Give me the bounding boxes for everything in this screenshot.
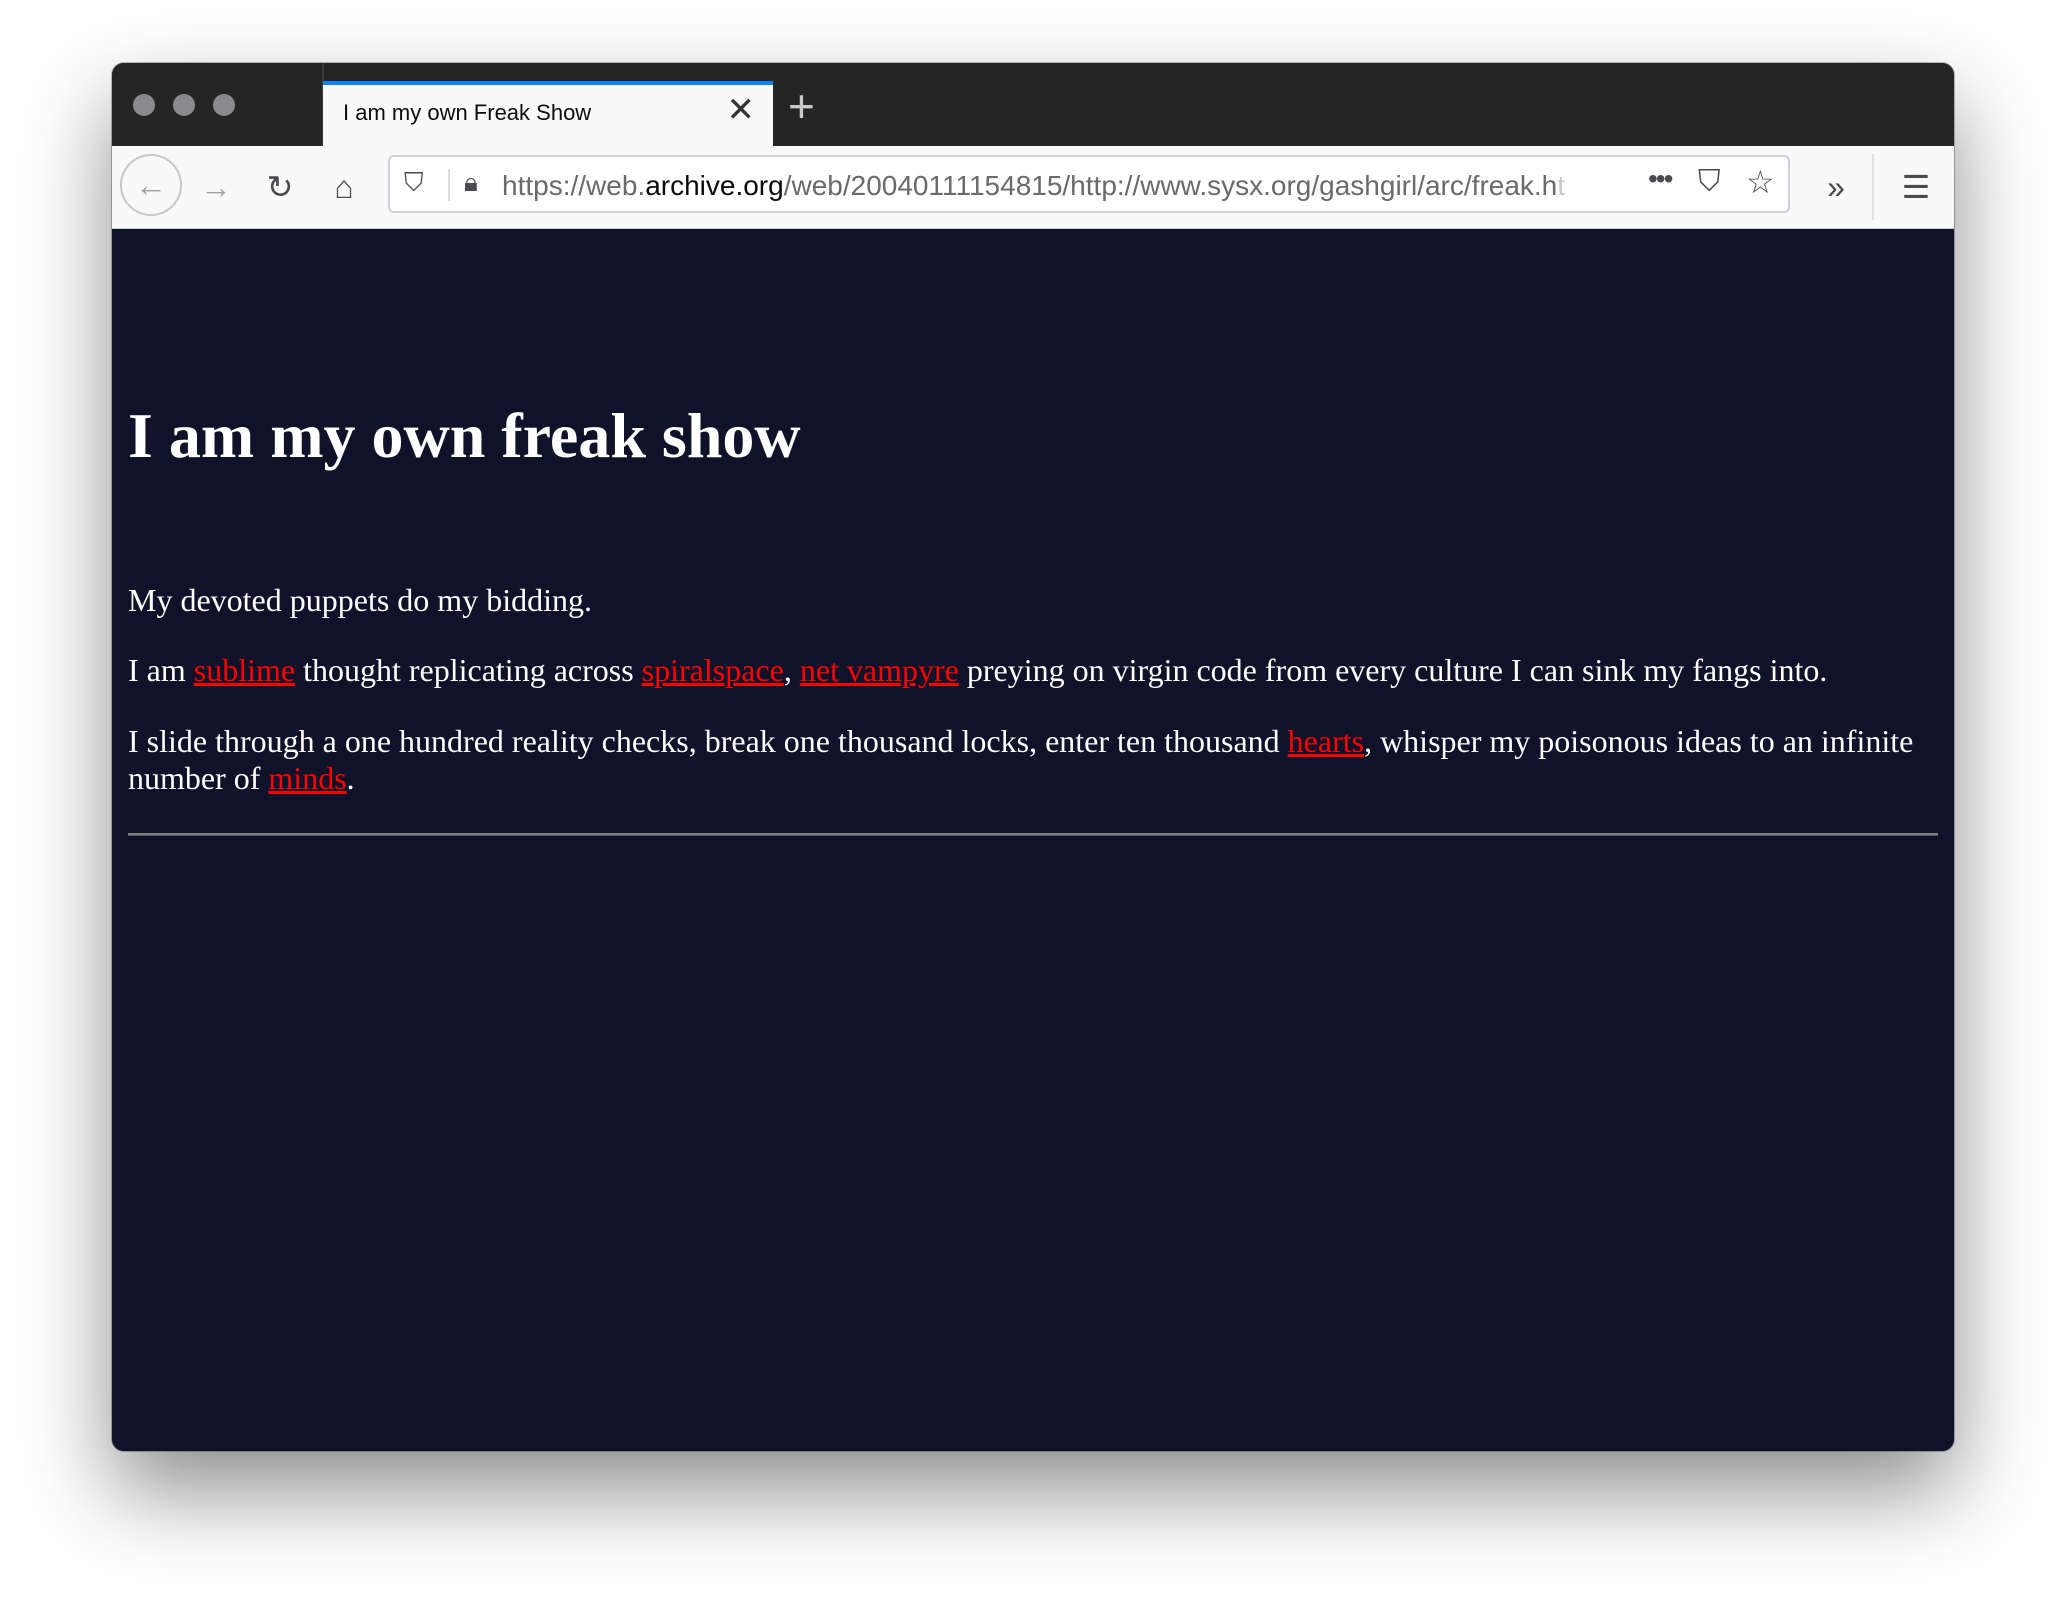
- browser-window: I am my own Freak Show ✕ + ← → ↻ ⌂ ⛉ 🔒︎ …: [112, 63, 1954, 1451]
- link-hearts[interactable]: hearts: [1288, 723, 1364, 759]
- double-chevron-icon: »: [1827, 168, 1845, 205]
- text: preying on virgin code from every cultur…: [958, 652, 1828, 688]
- home-button[interactable]: ⌂: [320, 163, 368, 211]
- link-net-vampyre[interactable]: net vampyre: [800, 652, 959, 688]
- page-actions-icon[interactable]: •••: [1648, 163, 1673, 195]
- link-spiralspace[interactable]: spiralspace: [642, 652, 784, 688]
- home-icon: ⌂: [334, 168, 354, 205]
- back-button[interactable]: ←: [120, 154, 182, 216]
- text: thought replicating across: [295, 652, 642, 688]
- link-sublime[interactable]: sublime: [194, 652, 295, 688]
- text: .: [346, 760, 355, 796]
- tab-active[interactable]: I am my own Freak Show ✕: [323, 81, 773, 146]
- reload-button[interactable]: ↻: [256, 163, 304, 211]
- arrow-left-icon: ←: [135, 166, 167, 203]
- bookmark-star-icon[interactable]: ☆: [1746, 163, 1775, 201]
- close-tab-icon[interactable]: ✕: [727, 93, 756, 127]
- new-tab-button[interactable]: +: [788, 83, 815, 129]
- forward-button[interactable]: →: [192, 163, 240, 211]
- url-text[interactable]: https://web.archive.org/web/200401111548…: [502, 170, 1642, 202]
- paragraph-1: My devoted puppets do my bidding.: [128, 582, 592, 618]
- nav-toolbar: ← → ↻ ⌂ ⛉ 🔒︎ https://web.archive.org/web…: [112, 146, 1954, 229]
- arrow-right-icon: →: [200, 168, 232, 205]
- minimize-window-button[interactable]: [173, 94, 195, 116]
- zoom-window-button[interactable]: [213, 94, 235, 116]
- url-separator: [448, 169, 450, 201]
- tab-title: I am my own Freak Show: [343, 100, 592, 125]
- url-overflow: t: [1557, 170, 1566, 201]
- text: I slide through a one hundred reality ch…: [128, 723, 1288, 759]
- link-minds[interactable]: minds: [268, 760, 346, 796]
- tab-bar: I am my own Freak Show ✕ +: [112, 63, 1954, 146]
- pocket-icon[interactable]: ⛉: [1698, 165, 1721, 199]
- url-prefix: https://web.: [502, 170, 646, 201]
- tracking-shield-icon[interactable]: ⛉: [404, 167, 424, 199]
- page-heading: I am my own freak show: [128, 400, 801, 471]
- toolbar-separator: [1872, 154, 1874, 220]
- paragraph-3: I slide through a one hundred reality ch…: [128, 723, 1938, 797]
- overflow-menu-button[interactable]: »: [1812, 163, 1860, 211]
- reload-icon: ↻: [266, 169, 294, 205]
- url-bar[interactable]: ⛉ 🔒︎ https://web.archive.org/web/2004011…: [388, 155, 1790, 213]
- page-content: I am my own freak show My devoted puppet…: [112, 229, 1954, 1451]
- close-window-button[interactable]: [133, 94, 155, 116]
- text: ,: [783, 652, 800, 688]
- url-domain: archive.org: [645, 170, 784, 201]
- url-path: /web/20040111154815/http://www.sysx.org/…: [783, 170, 1558, 201]
- paragraph-2: I am sublime thought replicating across …: [128, 652, 1938, 689]
- app-menu-button[interactable]: ☰: [1892, 163, 1940, 211]
- horizontal-rule: [128, 833, 1938, 836]
- hamburger-icon: ☰: [1901, 169, 1931, 205]
- text: I am: [128, 652, 194, 688]
- lock-icon[interactable]: 🔒︎: [464, 167, 478, 199]
